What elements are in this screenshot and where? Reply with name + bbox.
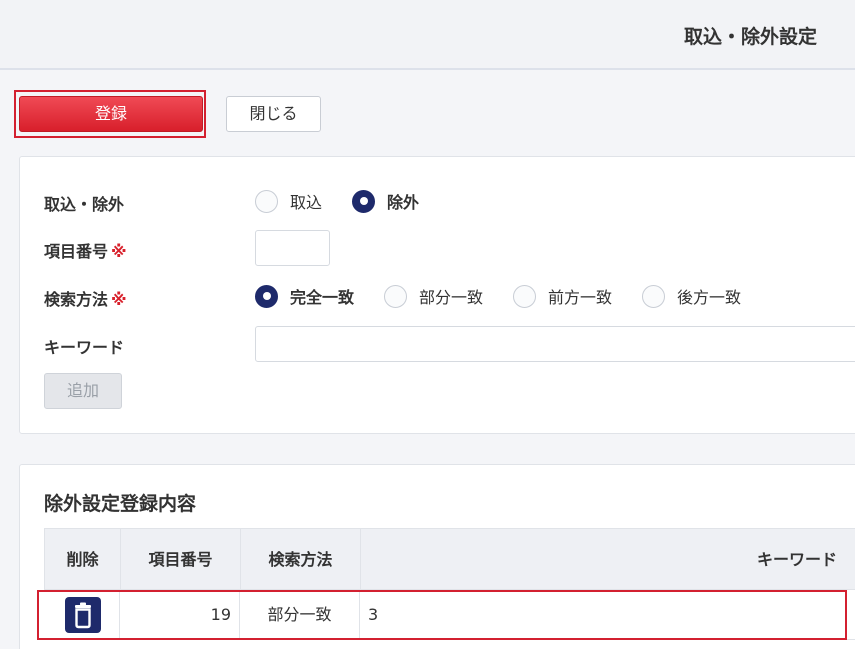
page-title: 取込・除外設定 xyxy=(683,26,817,48)
search-method-label-text: 検索方法 xyxy=(44,290,109,309)
add-button[interactable]: 追加 xyxy=(44,373,122,409)
radio-import-circle[interactable] xyxy=(255,189,278,213)
column-header-keyword: キーワード xyxy=(756,550,837,569)
radio-prefix-match-circle[interactable] xyxy=(513,284,537,308)
radio-prefix-match-label: 前方一致 xyxy=(548,288,613,307)
item-number-label: 項目番号 ※ xyxy=(44,238,127,262)
radio-partial-match-label: 部分一致 xyxy=(419,288,484,307)
radio-exact-match[interactable]: 完全一致 xyxy=(255,284,354,308)
settings-form-panel: 取込・除外 取込 除外 項目番号※ 検索方法※ 完全一致 部分一致 前方一致 xyxy=(19,156,855,434)
radio-prefix-match[interactable]: 前方一致 xyxy=(513,284,612,308)
row-highlight xyxy=(37,590,847,640)
radio-exact-match-circle[interactable] xyxy=(255,284,278,308)
radio-exact-match-label: 完全一致 xyxy=(290,288,355,307)
register-button[interactable]: 登録 xyxy=(19,96,203,132)
radio-partial-match[interactable]: 部分一致 xyxy=(384,284,483,308)
radio-exclude-circle[interactable] xyxy=(352,189,376,213)
import-exclude-radio-group: 取込 除外 xyxy=(255,189,449,213)
required-mark: ※ xyxy=(111,242,127,261)
radio-import-label: 取込 xyxy=(290,193,323,212)
search-method-radio-group: 完全一致 部分一致 前方一致 後方一致 xyxy=(255,284,741,308)
column-header-delete: 削除 xyxy=(45,529,121,591)
search-method-label: 検索方法 ※ xyxy=(44,286,127,310)
radio-exclude-label: 除外 xyxy=(387,193,420,212)
radio-import[interactable]: 取込 xyxy=(255,189,322,213)
import-exclude-label: 取込・除外 xyxy=(44,195,125,214)
radio-suffix-match-label: 後方一致 xyxy=(677,288,742,307)
keyword-input[interactable] xyxy=(255,326,855,362)
radio-suffix-match-circle[interactable] xyxy=(642,284,666,308)
list-title: 除外設定登録内容 xyxy=(44,493,197,515)
item-number-label-text: 項目番号 xyxy=(44,242,109,261)
item-number-input[interactable] xyxy=(255,230,330,266)
radio-exclude[interactable]: 除外 xyxy=(352,189,419,213)
required-mark: ※ xyxy=(111,290,127,309)
keyword-label: キーワード xyxy=(44,338,125,357)
table-header: 削除 項目番号 検索方法 キーワード xyxy=(44,528,855,591)
column-header-search-method: 検索方法 xyxy=(241,529,361,591)
radio-partial-match-circle[interactable] xyxy=(384,284,408,308)
page-header: 取込・除外設定 xyxy=(0,0,855,70)
close-button[interactable]: 閉じる xyxy=(226,96,321,132)
radio-suffix-match[interactable]: 後方一致 xyxy=(642,284,741,308)
column-header-item-number: 項目番号 xyxy=(121,529,241,591)
